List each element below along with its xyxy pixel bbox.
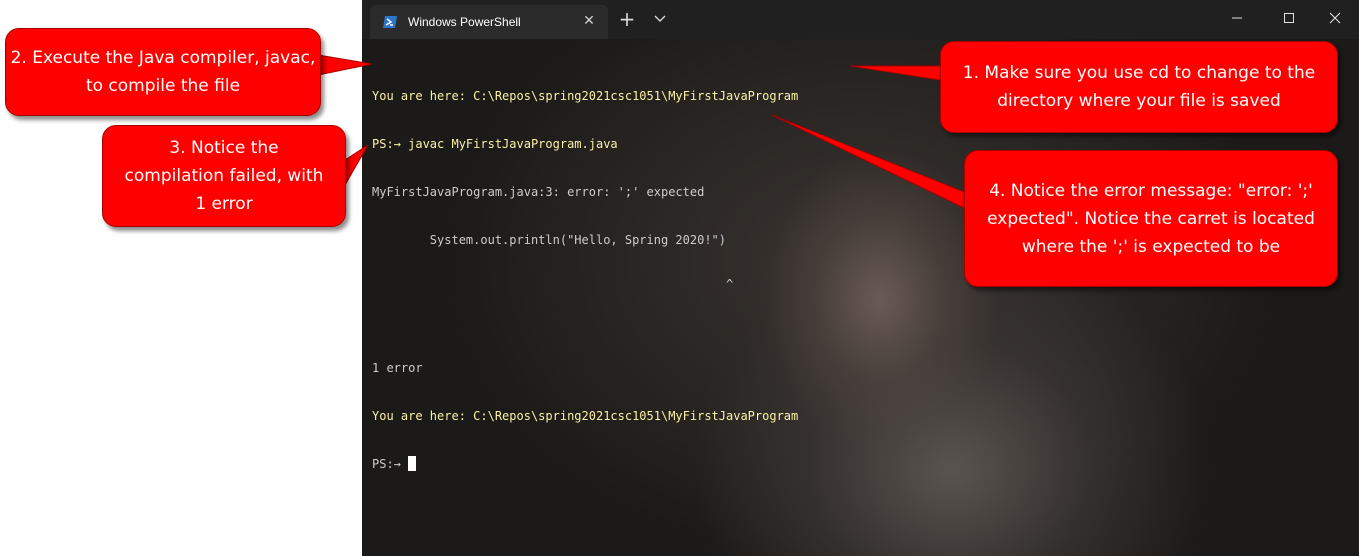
callout-step-3-text: 3. Notice the compilation failed, with 1… xyxy=(124,138,324,214)
callout-step-2-text: 2. Execute the Java compiler, javac, to … xyxy=(10,48,316,96)
callout-step-1: 1. Make sure you use cd to change to the… xyxy=(940,41,1338,133)
callout-step-4-text: 4. Notice the error message: "error: ';'… xyxy=(987,180,1315,257)
console-line-code: System.out.println("Hello, Spring 2020!"… xyxy=(372,233,727,247)
console-line-error-count: 1 error xyxy=(372,361,423,375)
title-bar: Windows PowerShell ✕ + xyxy=(362,0,1359,39)
console-line-error: MyFirstJavaProgram.java:3: error: ';' ex… xyxy=(372,185,705,199)
chevron-down-icon[interactable] xyxy=(649,8,671,30)
callout-step-1-text: 1. Make sure you use cd to change to the… xyxy=(962,63,1316,111)
callout-step-4: 4. Notice the error message: "error: ';'… xyxy=(964,150,1338,287)
minimize-icon[interactable] xyxy=(1214,0,1260,36)
console-output[interactable]: You are here: C:\Repos\spring2021csc1051… xyxy=(372,56,798,504)
console-line-prompt: PS:→ xyxy=(372,456,798,472)
prompt-text: PS:→ xyxy=(372,457,409,471)
callout-step-3: 3. Notice the compilation failed, with 1… xyxy=(102,125,346,227)
tab-title: Windows PowerShell xyxy=(408,15,521,29)
close-tab-icon[interactable]: ✕ xyxy=(580,12,598,30)
text-cursor xyxy=(408,456,417,471)
console-line: You are here: C:\Repos\spring2021csc1051… xyxy=(372,409,799,423)
callout-step-2: 2. Execute the Java compiler, javac, to … xyxy=(5,28,321,116)
maximize-icon[interactable] xyxy=(1266,0,1312,36)
powershell-icon xyxy=(382,14,398,30)
close-window-icon[interactable] xyxy=(1312,0,1358,36)
console-line-command: PS:→ javac MyFirstJavaProgram.java xyxy=(372,136,798,152)
console-line: You are here: C:\Repos\spring2021csc1051… xyxy=(372,89,799,103)
prompt-command: PS:→ javac MyFirstJavaProgram.java xyxy=(372,137,618,151)
console-line-caret: ^ xyxy=(372,277,734,291)
tab-powershell[interactable]: Windows PowerShell ✕ xyxy=(370,5,608,39)
new-tab-icon[interactable]: + xyxy=(616,8,638,30)
